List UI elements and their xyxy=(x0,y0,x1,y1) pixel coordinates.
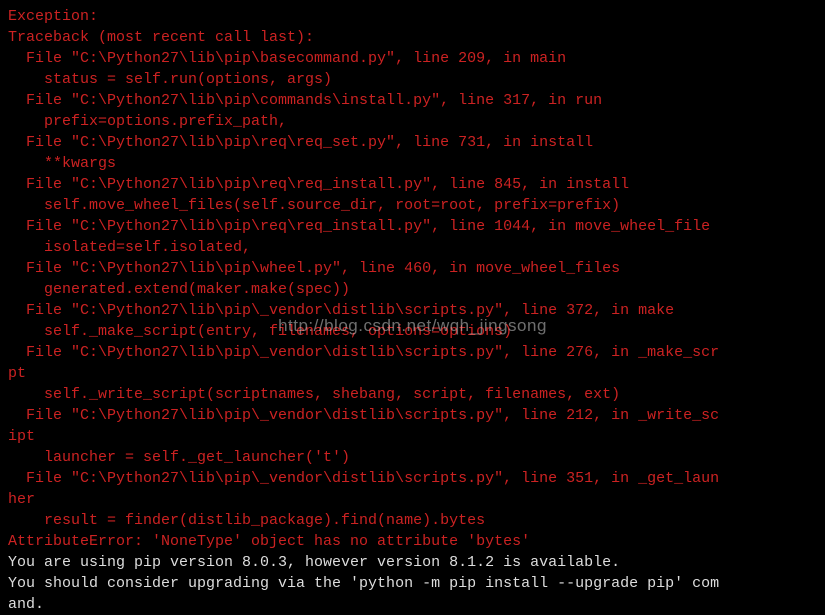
terminal-line: status = self.run(options, args) xyxy=(8,69,817,90)
terminal-output: http://blog.csdn.net/wqh_jingsong Except… xyxy=(8,6,817,615)
terminal-line: self.move_wheel_files(self.source_dir, r… xyxy=(8,195,817,216)
terminal-line: Exception: xyxy=(8,6,817,27)
traceback-container: Exception:Traceback (most recent call la… xyxy=(8,6,817,615)
terminal-line: isolated=self.isolated, xyxy=(8,237,817,258)
terminal-line: **kwargs xyxy=(8,153,817,174)
terminal-line: and. xyxy=(8,594,817,615)
terminal-line: self._write_script(scriptnames, shebang,… xyxy=(8,384,817,405)
terminal-line: You are using pip version 8.0.3, however… xyxy=(8,552,817,573)
terminal-line: File "C:\Python27\lib\pip\_vendor\distli… xyxy=(8,300,817,321)
terminal-line: pt xyxy=(8,363,817,384)
terminal-line: launcher = self._get_launcher('t') xyxy=(8,447,817,468)
terminal-line: File "C:\Python27\lib\pip\_vendor\distli… xyxy=(8,468,817,489)
terminal-line: her xyxy=(8,489,817,510)
terminal-line: generated.extend(maker.make(spec)) xyxy=(8,279,817,300)
terminal-line: File "C:\Python27\lib\pip\wheel.py", lin… xyxy=(8,258,817,279)
terminal-line: File "C:\Python27\lib\pip\req\req_instal… xyxy=(8,174,817,195)
terminal-line: result = finder(distlib_package).find(na… xyxy=(8,510,817,531)
terminal-line: prefix=options.prefix_path, xyxy=(8,111,817,132)
terminal-line: self._make_script(entry, filenames, opti… xyxy=(8,321,817,342)
terminal-line: ipt xyxy=(8,426,817,447)
terminal-line: File "C:\Python27\lib\pip\commands\insta… xyxy=(8,90,817,111)
terminal-line: File "C:\Python27\lib\pip\req\req_instal… xyxy=(8,216,817,237)
terminal-line: File "C:\Python27\lib\pip\_vendor\distli… xyxy=(8,342,817,363)
terminal-line: You should consider upgrading via the 'p… xyxy=(8,573,817,594)
terminal-line: File "C:\Python27\lib\pip\basecommand.py… xyxy=(8,48,817,69)
terminal-line: AttributeError: 'NoneType' object has no… xyxy=(8,531,817,552)
terminal-line: Traceback (most recent call last): xyxy=(8,27,817,48)
terminal-line: File "C:\Python27\lib\pip\req\req_set.py… xyxy=(8,132,817,153)
terminal-line: File "C:\Python27\lib\pip\_vendor\distli… xyxy=(8,405,817,426)
